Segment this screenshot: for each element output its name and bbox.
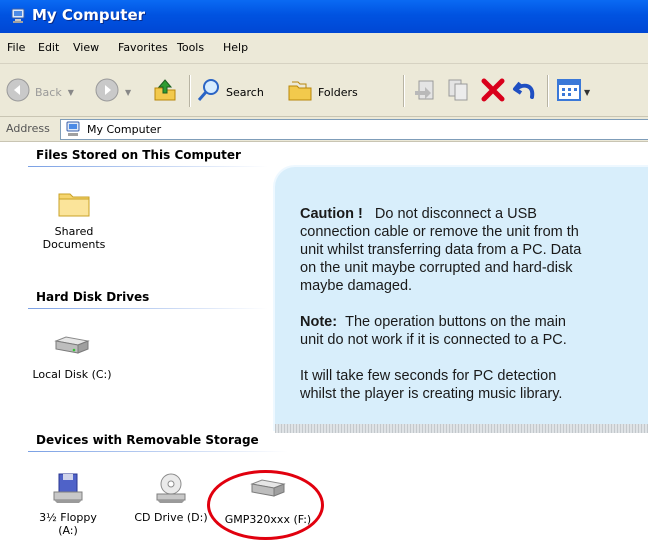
label-line: 3½ Floppy xyxy=(39,511,97,524)
callout-bottom-edge xyxy=(275,424,648,433)
address-label: Address xyxy=(6,122,50,135)
shared-documents-item[interactable]: Shared Documents xyxy=(34,188,114,251)
menu-favorites[interactable]: Favorites xyxy=(118,41,168,54)
up-folder-button[interactable] xyxy=(152,76,178,106)
group-title: Devices with Removable Storage xyxy=(36,433,259,447)
back-button[interactable]: Back ▼ xyxy=(6,78,74,106)
local-disk-item[interactable]: Local Disk (C:) xyxy=(28,335,116,381)
note-line: The operation buttons on the main xyxy=(345,314,566,330)
floppy-drive-item[interactable]: 3½ Floppy (A:) xyxy=(38,472,98,537)
my-computer-icon xyxy=(65,121,81,141)
label-line: Shared xyxy=(54,225,94,238)
floppy-drive-label: 3½ Floppy (A:) xyxy=(38,511,98,537)
menu-edit[interactable]: Edit xyxy=(38,41,59,54)
menu-tools[interactable]: Tools xyxy=(177,41,204,54)
title-bar[interactable]: My Computer xyxy=(0,0,648,33)
views-icon xyxy=(556,77,582,107)
group-header-hard-disks: Hard Disk Drives xyxy=(0,290,300,306)
label-line: (A:) xyxy=(58,524,78,537)
group-title: Files Stored on This Computer xyxy=(36,148,241,162)
address-value: My Computer xyxy=(87,123,162,136)
info-paragraph: It will take few seconds for PC detectio… xyxy=(300,367,648,403)
cd-drive-icon xyxy=(155,473,187,507)
caution-line: Do not disconnect a USB xyxy=(374,206,537,222)
back-label: Back xyxy=(35,85,62,99)
caution-line: on the unit maybe corrupted and hard-dis… xyxy=(300,260,573,276)
views-button[interactable]: ▼ xyxy=(556,77,590,107)
folders-icon xyxy=(287,78,313,106)
delete-button[interactable] xyxy=(480,77,506,107)
menu-help[interactable]: Help xyxy=(223,41,248,54)
folders-label: Folders xyxy=(318,85,358,99)
local-disk-label: Local Disk (C:) xyxy=(32,368,112,381)
toolbar-separator xyxy=(403,75,405,107)
toolbar-separator xyxy=(189,75,191,107)
caution-paragraph: Caution ! Do not disconnect a USB connec… xyxy=(300,205,648,295)
chevron-down-icon[interactable]: ▼ xyxy=(584,88,590,97)
toolbar: Back ▼ ▼ Search Folders ▼ xyxy=(0,64,648,117)
move-to-button[interactable] xyxy=(413,77,439,107)
menu-bar: File Edit View Favorites Tools Help xyxy=(0,33,648,64)
menu-view[interactable]: View xyxy=(73,41,99,54)
move-to-icon xyxy=(413,77,439,107)
my-computer-icon xyxy=(10,8,26,24)
menu-file[interactable]: File xyxy=(7,41,25,54)
note-line: unit do not work if it is connected to a… xyxy=(300,332,567,348)
floppy-drive-icon xyxy=(53,473,83,507)
window-title: My Computer xyxy=(32,6,146,24)
address-bar: Address My Computer xyxy=(0,117,648,142)
caution-line: connection cable or remove the unit from… xyxy=(300,224,579,240)
shared-documents-label: Shared Documents xyxy=(34,225,114,251)
note-paragraph: Note: The operation buttons on the main … xyxy=(300,313,648,349)
undo-button[interactable] xyxy=(512,77,538,107)
caution-title: Caution ! xyxy=(300,206,363,222)
cd-drive-label: CD Drive (D:) xyxy=(134,511,208,524)
label-line: Documents xyxy=(42,238,106,251)
copy-to-button[interactable] xyxy=(445,77,471,107)
forward-button[interactable]: ▼ xyxy=(95,78,131,106)
group-divider xyxy=(28,166,268,167)
group-divider xyxy=(28,451,288,452)
info-line: It will take few seconds for PC detectio… xyxy=(300,368,557,384)
caution-line: maybe damaged. xyxy=(300,278,413,294)
group-header-files-stored: Files Stored on This Computer xyxy=(0,148,300,164)
address-field[interactable]: My Computer xyxy=(60,119,648,140)
folder-icon xyxy=(57,193,91,221)
group-header-removable: Devices with Removable Storage xyxy=(0,433,300,449)
search-label: Search xyxy=(226,85,264,99)
search-button[interactable]: Search xyxy=(197,78,264,106)
callout-text: Caution ! Do not disconnect a USB connec… xyxy=(300,205,648,421)
delete-x-icon xyxy=(480,77,506,107)
undo-icon xyxy=(512,77,538,107)
group-divider xyxy=(28,308,268,309)
info-line: whilst the player is creating music libr… xyxy=(300,386,563,402)
note-title: Note: xyxy=(300,314,338,330)
caution-line: unit whilst transferring data from a PC.… xyxy=(300,242,582,258)
search-icon xyxy=(197,78,221,106)
folders-button[interactable]: Folders xyxy=(287,78,358,106)
group-title: Hard Disk Drives xyxy=(36,290,150,304)
copy-to-icon xyxy=(445,77,471,107)
chevron-down-icon[interactable]: ▼ xyxy=(125,88,131,97)
chevron-down-icon[interactable]: ▼ xyxy=(68,88,74,97)
highlight-ring xyxy=(207,470,324,540)
forward-arrow-icon xyxy=(95,78,119,106)
toolbar-separator xyxy=(547,75,549,107)
up-folder-icon xyxy=(152,76,178,106)
hard-disk-icon xyxy=(52,336,92,360)
back-arrow-icon xyxy=(6,78,30,106)
cd-drive-item[interactable]: CD Drive (D:) xyxy=(128,472,214,524)
